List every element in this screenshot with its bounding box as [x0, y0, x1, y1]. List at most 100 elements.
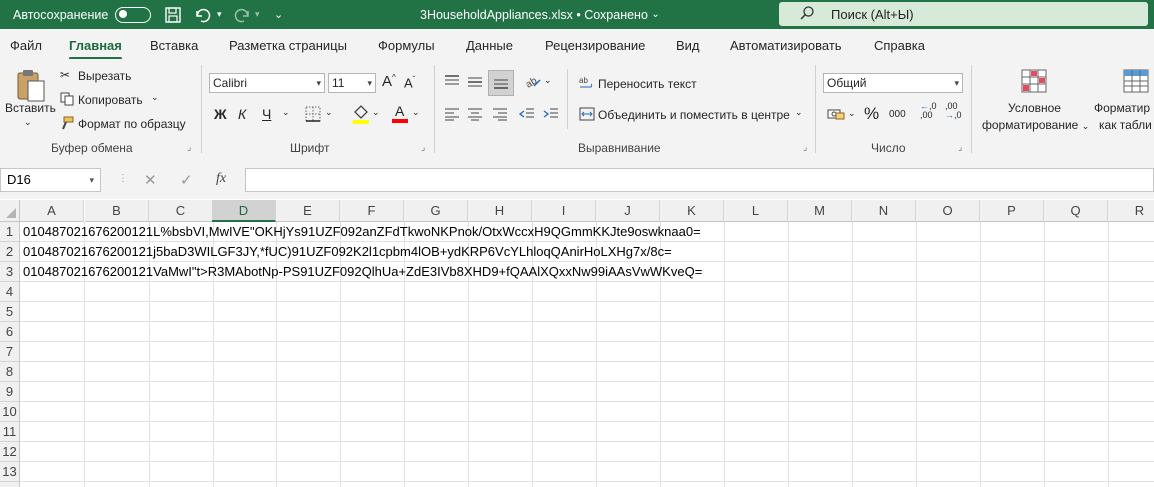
redo-icon[interactable]	[232, 0, 252, 29]
italic-button[interactable]: К	[238, 106, 246, 122]
column-header-e[interactable]: E	[276, 200, 340, 222]
column-header-j[interactable]: J	[596, 200, 660, 222]
column-header-h[interactable]: H	[468, 200, 532, 222]
borders-icon[interactable]	[305, 106, 321, 125]
decrease-decimal-button[interactable]: ,00 →,0	[945, 102, 962, 120]
conditional-formatting-button[interactable]: форматирование ⌄	[982, 118, 1089, 132]
column-header-c[interactable]: C	[149, 200, 213, 222]
row-header-11[interactable]: 11	[0, 422, 20, 442]
tab-formulas[interactable]: Формулы	[378, 38, 435, 53]
orientation-dropdown-icon[interactable]: ⌄	[544, 75, 552, 86]
orientation-icon[interactable]: ab	[524, 73, 542, 92]
name-box[interactable]: D16 ▾	[0, 168, 101, 192]
clipboard-launcher-icon[interactable]: ⌟	[187, 142, 191, 153]
tab-automate[interactable]: Автоматизировать	[730, 38, 842, 53]
spreadsheet-grid[interactable]: ABCDEFGHIJKLMNOPQR1234567891011121314010…	[0, 200, 1154, 487]
tab-help[interactable]: Справка	[874, 38, 925, 53]
row-header-8[interactable]: 8	[0, 362, 20, 382]
align-bottom-icon[interactable]	[488, 70, 514, 96]
cell-a1[interactable]: 010487021676200121L%bsbVI,MwIVE"OKHjYs91…	[23, 222, 701, 242]
comma-style-button[interactable]: 000	[889, 109, 906, 120]
align-left-icon[interactable]	[444, 107, 460, 124]
align-center-icon[interactable]	[467, 107, 483, 124]
font-name-select[interactable]: Calibri ▾	[209, 73, 325, 93]
row-header-3[interactable]: 3	[0, 262, 20, 282]
percent-style-button[interactable]: %	[864, 104, 879, 124]
fill-color-dropdown-icon[interactable]: ⌄	[372, 107, 380, 118]
column-header-a[interactable]: A	[20, 200, 84, 222]
align-top-icon[interactable]	[444, 75, 460, 92]
column-header-i[interactable]: I	[532, 200, 596, 222]
conditional-formatting-line1[interactable]: Условное	[1008, 101, 1061, 115]
align-right-icon[interactable]	[492, 107, 508, 124]
cancel-icon[interactable]: ✕	[144, 171, 157, 189]
row-header-7[interactable]: 7	[0, 342, 20, 362]
copy-button[interactable]: Копировать	[78, 93, 143, 107]
column-header-r[interactable]: R	[1108, 200, 1154, 222]
format-painter-button[interactable]: Формат по образцу	[78, 117, 186, 131]
alignment-launcher-icon[interactable]: ⌟	[803, 142, 807, 153]
increase-decimal-button[interactable]: ←,0,00	[920, 102, 937, 120]
row-header-1[interactable]: 1	[0, 222, 20, 242]
tab-data[interactable]: Данные	[466, 38, 513, 53]
column-header-d[interactable]: D	[212, 200, 276, 222]
select-all-button[interactable]	[0, 200, 20, 222]
column-header-n[interactable]: N	[852, 200, 916, 222]
font-color-dropdown-icon[interactable]: ⌄	[412, 107, 420, 118]
shrink-font-button[interactable]: Aˇ	[404, 75, 415, 90]
tab-view[interactable]: Вид	[676, 38, 700, 53]
autosave-toggle[interactable]	[115, 0, 151, 29]
redo-dropdown-icon[interactable]: ▾	[255, 0, 260, 29]
column-header-f[interactable]: F	[340, 200, 404, 222]
column-header-b[interactable]: B	[85, 200, 149, 222]
cell-a2[interactable]: 010487021676200121j5baD3WILGF3JY,*fUC)91…	[23, 242, 672, 262]
merge-dropdown-icon[interactable]: ⌄	[795, 107, 803, 118]
row-header-4[interactable]: 4	[0, 282, 20, 302]
enter-icon[interactable]: ✓	[180, 171, 193, 189]
cell-a3[interactable]: 010487021676200121VaMwI"t>R3MAbotNp-PS91…	[23, 262, 702, 282]
wrap-text-button[interactable]: Переносить текст	[598, 77, 697, 91]
align-middle-icon[interactable]	[467, 75, 483, 92]
grow-font-button[interactable]: A^	[382, 73, 396, 90]
tab-file[interactable]: Файл	[10, 38, 42, 53]
row-header-12[interactable]: 12	[0, 442, 20, 462]
underline-dropdown-icon[interactable]: ⌄	[282, 107, 290, 118]
tab-home[interactable]: Главная	[69, 38, 122, 60]
drag-handle-icon[interactable]: ⋮	[118, 173, 128, 184]
column-header-l[interactable]: L	[724, 200, 788, 222]
format-as-table-line1[interactable]: Форматир	[1094, 101, 1150, 115]
undo-dropdown-icon[interactable]: ▾	[217, 0, 222, 29]
copy-dropdown-icon[interactable]: ⌄	[151, 92, 159, 103]
bold-button[interactable]: Ж	[214, 106, 227, 122]
tab-page-layout[interactable]: Разметка страницы	[229, 38, 347, 53]
font-launcher-icon[interactable]: ⌟	[421, 142, 425, 153]
tab-review[interactable]: Рецензирование	[545, 38, 645, 53]
formula-input[interactable]	[245, 168, 1154, 192]
undo-icon[interactable]	[193, 0, 213, 29]
accounting-dropdown-icon[interactable]: ⌄	[848, 108, 856, 119]
column-header-o[interactable]: O	[916, 200, 980, 222]
save-icon[interactable]	[164, 0, 182, 29]
file-title[interactable]: 3HouseholdAppliances.xlsx • Сохранено ⌄	[420, 0, 660, 29]
accounting-format-icon[interactable]	[827, 107, 845, 124]
chevron-down-icon[interactable]: ▾	[89, 169, 94, 191]
row-header-10[interactable]: 10	[0, 402, 20, 422]
borders-dropdown-icon[interactable]: ⌄	[325, 107, 333, 118]
paste-dropdown-icon[interactable]: ⌄	[24, 117, 32, 128]
column-header-k[interactable]: K	[660, 200, 724, 222]
format-as-table-line2[interactable]: как табли	[1099, 118, 1152, 132]
row-header-13[interactable]: 13	[0, 462, 20, 482]
decrease-indent-icon[interactable]	[518, 107, 535, 124]
column-header-q[interactable]: Q	[1044, 200, 1108, 222]
merge-center-button[interactable]: Объединить и поместить в центре	[598, 108, 790, 122]
row-header-5[interactable]: 5	[0, 302, 20, 322]
insert-function-icon[interactable]: fx	[216, 171, 226, 187]
font-size-select[interactable]: 11 ▾	[328, 73, 376, 93]
underline-button[interactable]: Ч	[262, 106, 271, 122]
fill-color-icon[interactable]	[352, 104, 370, 127]
number-launcher-icon[interactable]: ⌟	[958, 142, 962, 153]
search-box[interactable]: Поиск (Alt+Ы)	[779, 2, 1148, 26]
tab-insert[interactable]: Вставка	[150, 38, 198, 53]
row-header-2[interactable]: 2	[0, 242, 20, 262]
row-header-6[interactable]: 6	[0, 322, 20, 342]
